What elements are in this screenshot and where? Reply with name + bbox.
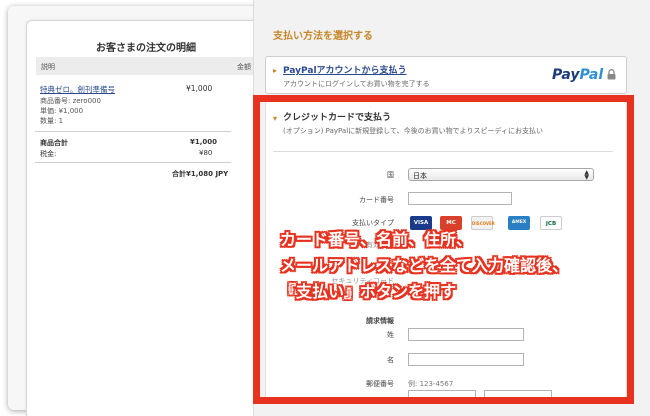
item-name-link[interactable]: 特典ゼロ。創刊準備号 [40, 84, 115, 95]
item-product-number: 商品番号: zero000 [40, 97, 101, 105]
item-price: ¥1,000 [186, 84, 213, 93]
description-column-header: 説明 [41, 63, 55, 71]
lock-icon [607, 69, 616, 80]
subtotal-value: ¥1,000 [190, 138, 218, 146]
paypal-login-link[interactable]: PayPalアカウントから支払う [283, 63, 407, 76]
paypal-logo-pay: Pay [552, 67, 580, 83]
subtotal-label: 商品合計 [40, 139, 68, 147]
summary-divider [35, 131, 231, 132]
callout-line-3: 『支払い』ボタンを押す [280, 282, 457, 301]
payment-method-title: 支払い方法を選択する [273, 31, 373, 42]
item-quantity: 数量: 1 [40, 117, 64, 125]
order-summary-panel: お客さまの注文の明細 [26, 20, 266, 416]
paypal-logo-pal: Pal [579, 67, 604, 83]
tax-label: 税金: [40, 150, 57, 158]
callout-line-1: カード番号、名前、住所、 [280, 230, 473, 249]
item-unit-price: 単価: ¥1,000 [40, 107, 84, 115]
amount-column-header: 金額 [237, 63, 251, 71]
summary-divider [35, 162, 231, 163]
summary-table-header: 説明 金額 [36, 57, 256, 75]
callout-line-2: メールアドレスなどを全て入力確認後、 [280, 256, 569, 275]
order-summary-title: お客さまの注文の明細 [96, 43, 196, 54]
paypal-option-subtext: アカウントにログインしてお買い物を完了する [283, 80, 430, 88]
paypal-logo: PayPal [552, 67, 603, 83]
caret-right-icon: ▸ [273, 66, 278, 75]
tax-value: ¥80 [199, 149, 213, 157]
grand-total: 合計¥1,080 JPY [172, 170, 229, 178]
